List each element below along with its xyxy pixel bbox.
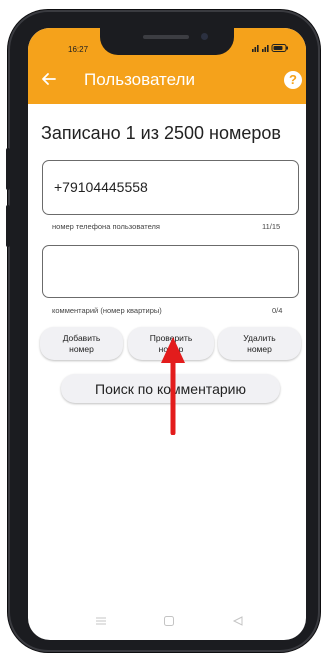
records-count-heading: Записано 1 из 2500 номеров — [41, 123, 281, 143]
power-button — [6, 205, 10, 247]
comment-field-helper: комментарий (номер квартиры) — [52, 306, 162, 315]
comment-input[interactable] — [42, 245, 299, 298]
signal-icon — [252, 45, 259, 52]
add-number-button[interactable]: Добавить номер — [40, 327, 123, 360]
phone-number-value[interactable]: +79104445558 — [54, 179, 148, 195]
volume-button — [6, 148, 10, 190]
delete-number-button[interactable]: Удалить номер — [218, 327, 301, 360]
back-triangle-icon[interactable] — [232, 615, 244, 627]
home-square-icon[interactable] — [163, 615, 175, 627]
battery-icon — [271, 44, 288, 52]
arrow-up-annotation — [161, 337, 185, 435]
phone-number-input[interactable]: +79104445558 — [42, 160, 299, 215]
arrow-left-icon[interactable] — [40, 70, 58, 88]
question-circle-icon[interactable]: ? — [284, 71, 302, 89]
phone-field-counter: 11/15 — [262, 222, 281, 231]
phone-field-helper: номер телефона пользователя — [52, 222, 160, 231]
menu-icon[interactable] — [95, 615, 107, 627]
front-camera — [201, 33, 208, 40]
signal-icon-2 — [262, 45, 269, 52]
camera-notch — [100, 28, 234, 55]
speaker-slot — [143, 35, 189, 39]
comment-field-counter: 0/4 — [272, 306, 283, 315]
status-icons — [252, 44, 288, 52]
page-title: Пользователи — [84, 70, 195, 89]
status-time: 16:27 — [68, 45, 89, 54]
